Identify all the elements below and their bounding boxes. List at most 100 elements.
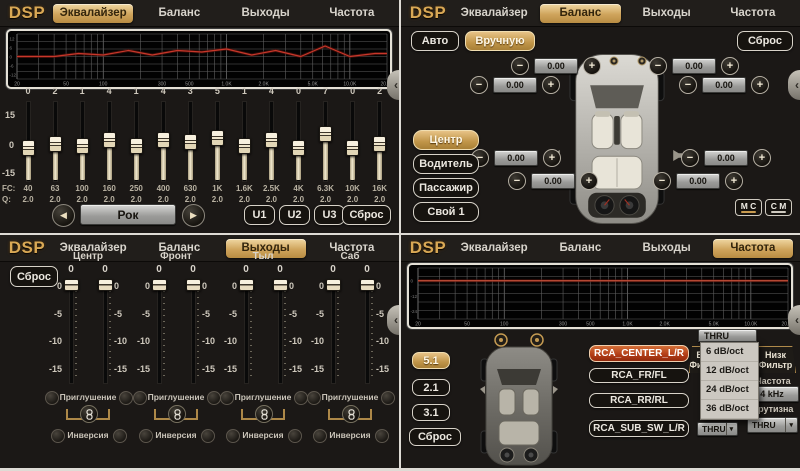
tab-frequency[interactable]: Частота bbox=[713, 4, 793, 23]
plus-button[interactable]: + bbox=[583, 57, 601, 75]
slope-select-highpass[interactable]: THRU ▾ bbox=[697, 422, 738, 436]
channel-rca-front-button[interactable]: RCA_FR/FL bbox=[589, 368, 689, 383]
output-slider-knob[interactable] bbox=[360, 279, 375, 291]
eq-slider-track[interactable] bbox=[286, 102, 312, 181]
eq-slider-track[interactable] bbox=[340, 102, 366, 181]
eq-band-slider-2.5K[interactable]: 4 bbox=[258, 86, 284, 188]
output-slider-knob[interactable] bbox=[152, 279, 167, 291]
frequency-reset-button[interactable]: Сброс bbox=[409, 428, 461, 446]
tab-equalizer[interactable]: Эквалайзер bbox=[53, 4, 133, 23]
eq-slider-track[interactable] bbox=[231, 102, 257, 181]
eq-slider-knob[interactable] bbox=[238, 138, 251, 154]
channel-rca-sub-button[interactable]: RCA_SUB_SW_L/R bbox=[589, 420, 689, 437]
eq-band-slider-40[interactable]: 0 bbox=[15, 86, 41, 188]
output-slider-knob[interactable] bbox=[326, 279, 341, 291]
eq-slider-track[interactable] bbox=[204, 102, 230, 181]
invert-radio-left[interactable] bbox=[139, 429, 153, 443]
slope-dropdown-selected[interactable]: THRU bbox=[698, 329, 757, 342]
eq-slider-track[interactable] bbox=[313, 102, 339, 181]
listening-pos-passenger-button[interactable]: Пассажир bbox=[413, 178, 479, 198]
eq-slider-knob[interactable] bbox=[22, 140, 35, 156]
plus-button[interactable]: + bbox=[721, 57, 739, 75]
layout-2-1-button[interactable]: 2.1 bbox=[412, 379, 450, 396]
mute-radio-right[interactable] bbox=[119, 391, 133, 405]
eq-slider-knob[interactable] bbox=[130, 138, 143, 154]
output-slider-track[interactable] bbox=[332, 284, 335, 383]
eq-band-slider-16K[interactable]: 2 bbox=[367, 86, 393, 188]
memory-u1-button[interactable]: U1 bbox=[244, 205, 275, 225]
mute-radio-left[interactable] bbox=[133, 391, 147, 405]
eq-slider-track[interactable] bbox=[177, 102, 203, 181]
balance-manual-button[interactable]: Вручную bbox=[465, 31, 535, 51]
eq-band-slider-4K[interactable]: 0 bbox=[286, 86, 312, 188]
balance-reset-button[interactable]: Сброс bbox=[737, 31, 793, 51]
link-channels-button[interactable] bbox=[80, 405, 98, 423]
preset-name-button[interactable]: Рок bbox=[80, 204, 176, 225]
eq-slider-knob[interactable] bbox=[211, 130, 224, 146]
output-slider-track[interactable] bbox=[245, 284, 248, 383]
invert-radio-right[interactable] bbox=[201, 429, 215, 443]
tab-outputs[interactable]: Выходы bbox=[627, 239, 707, 258]
preset-prev-button[interactable]: ◀ bbox=[52, 204, 75, 227]
minus-button[interactable]: − bbox=[470, 76, 488, 94]
eq-band-slider-630[interactable]: 3 bbox=[177, 86, 203, 188]
listening-pos-custom-button[interactable]: Свой 1 bbox=[413, 202, 479, 222]
mute-radio-right[interactable] bbox=[381, 391, 395, 405]
eq-slider-knob[interactable] bbox=[49, 136, 62, 152]
minus-button[interactable]: − bbox=[679, 76, 697, 94]
tab-equalizer[interactable]: Эквалайзер bbox=[454, 239, 534, 258]
eq-band-slider-400[interactable]: 4 bbox=[150, 86, 176, 188]
output-slider-track[interactable] bbox=[70, 284, 73, 383]
link-channels-button[interactable] bbox=[342, 405, 360, 423]
plus-button[interactable]: + bbox=[543, 149, 561, 167]
output-slider-knob[interactable] bbox=[239, 279, 254, 291]
plus-button[interactable]: + bbox=[751, 76, 769, 94]
balance-auto-button[interactable]: Авто bbox=[411, 31, 459, 51]
link-channels-button[interactable] bbox=[168, 405, 186, 423]
layout-3-1-button[interactable]: 3.1 bbox=[412, 404, 450, 421]
eq-slider-track[interactable] bbox=[15, 102, 41, 181]
mute-radio-left[interactable] bbox=[45, 391, 59, 405]
eq-slider-knob[interactable] bbox=[319, 126, 332, 142]
invert-radio-right[interactable] bbox=[113, 429, 127, 443]
eq-slider-knob[interactable] bbox=[76, 138, 89, 154]
slope-option[interactable]: 24 dB/oct bbox=[701, 381, 758, 400]
eq-band-slider-6.3K[interactable]: 7 bbox=[313, 86, 339, 188]
eq-band-slider-1.6K[interactable]: 1 bbox=[231, 86, 257, 188]
layout-5-1-button[interactable]: 5.1 bbox=[412, 352, 450, 369]
minus-button[interactable]: − bbox=[681, 149, 699, 167]
minus-button[interactable]: − bbox=[511, 57, 529, 75]
eq-reset-button[interactable]: Сброс bbox=[342, 205, 391, 225]
output-slider-knob[interactable] bbox=[64, 279, 79, 291]
eq-slider-track[interactable] bbox=[123, 102, 149, 181]
mute-radio-left[interactable] bbox=[220, 391, 234, 405]
mute-radio-left[interactable] bbox=[307, 391, 321, 405]
eq-slider-track[interactable] bbox=[258, 102, 284, 181]
eq-slider-track[interactable] bbox=[69, 102, 95, 181]
tab-balance[interactable]: Баланс bbox=[540, 239, 620, 258]
link-channels-button[interactable] bbox=[255, 405, 273, 423]
slope-option[interactable]: 12 dB/oct bbox=[701, 362, 758, 381]
minus-button[interactable]: − bbox=[508, 172, 526, 190]
eq-slider-track[interactable] bbox=[367, 102, 393, 181]
invert-radio-left[interactable] bbox=[313, 429, 327, 443]
cm-mode-button[interactable]: C M bbox=[765, 199, 792, 216]
tab-balance[interactable]: Баланс bbox=[139, 4, 219, 23]
eq-band-slider-100[interactable]: 1 bbox=[69, 86, 95, 188]
invert-radio-right[interactable] bbox=[288, 429, 302, 443]
eq-slider-knob[interactable] bbox=[103, 132, 116, 148]
output-slider-knob[interactable] bbox=[273, 279, 288, 291]
drawer-handle[interactable]: ‹ bbox=[387, 305, 399, 335]
invert-radio-left[interactable] bbox=[51, 429, 65, 443]
listening-pos-center-button[interactable]: Центр bbox=[413, 130, 479, 150]
minus-button[interactable]: − bbox=[649, 57, 667, 75]
eq-band-slider-160[interactable]: 4 bbox=[96, 86, 122, 188]
eq-band-slider-250[interactable]: 1 bbox=[123, 86, 149, 188]
slope-option[interactable]: 36 dB/oct bbox=[701, 400, 758, 419]
channel-rca-rear-button[interactable]: RCA_RR/RL bbox=[589, 393, 689, 408]
eq-slider-knob[interactable] bbox=[265, 132, 278, 148]
eq-band-slider-1K[interactable]: 5 bbox=[204, 86, 230, 188]
tab-frequency[interactable]: Частота bbox=[312, 4, 392, 23]
output-slider-track[interactable] bbox=[158, 284, 161, 383]
invert-radio-left[interactable] bbox=[226, 429, 240, 443]
